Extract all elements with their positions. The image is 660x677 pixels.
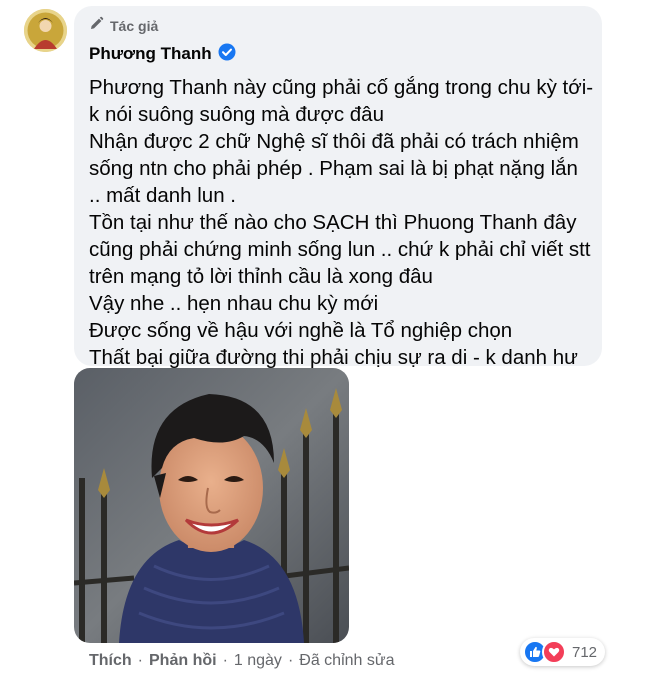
comment-line: .. mất danh lun . <box>89 184 237 207</box>
comment-line: Thất bại giữa đường thi phải chịu sự ra … <box>89 346 578 369</box>
comment-actions: Thích · Phản hồi · 1 ngày · Đã chỉnh sửa <box>89 650 394 672</box>
comment-line: Nhận được 2 chữ Nghệ sĩ thôi đã phải có … <box>89 130 579 153</box>
reactions-summary[interactable]: 712 <box>520 638 606 666</box>
author-name[interactable]: Phương Thanh <box>89 44 212 64</box>
comment-photo[interactable] <box>74 368 349 643</box>
like-link[interactable]: Thích <box>89 652 132 670</box>
separator: · <box>137 652 143 669</box>
verified-badge-icon <box>218 43 236 66</box>
edited-label[interactable]: Đã chỉnh sửa <box>299 652 394 670</box>
portrait-image <box>74 368 349 643</box>
comment-bubble: Tác giả Phương Thanh Phương Thanh này cũ… <box>74 6 602 396</box>
reply-link[interactable]: Phản hồi <box>149 652 217 670</box>
comment-text: Phương Thanh này cũng phải cố gắng trong… <box>89 74 602 398</box>
badge-label: Tác giả <box>110 18 159 34</box>
avatar-image <box>24 9 67 52</box>
comment-line: trên mạng tỏ lời thỉnh cầu là xong đâu <box>89 265 433 288</box>
separator: · <box>222 652 228 669</box>
comment-line: Phương Thanh này cũng phải cố gắng trong… <box>89 76 594 99</box>
pen-icon <box>89 16 104 36</box>
reaction-count: 712 <box>572 643 598 661</box>
author-badge: Tác giả <box>89 16 602 36</box>
separator: · <box>287 652 294 669</box>
comment-line: Tồn tại như thế nào cho SẠCH thì Phuong … <box>89 211 577 234</box>
comment-line: sống ntn cho phải phép . Phạm sai là bị … <box>89 157 578 180</box>
timestamp[interactable]: 1 ngày <box>234 652 282 670</box>
comment-line: Được sống về hậu với nghề là Tổ nghiệp c… <box>89 319 513 342</box>
comment-line: cũng phải chứng minh sống lun .. chứ k p… <box>89 238 591 261</box>
comment-line: Vậy nhe .. hẹn nhau chu kỳ mới <box>89 292 379 315</box>
love-icon <box>542 640 566 664</box>
comment-line: k nói suông suông mà được đâu <box>89 103 384 126</box>
avatar[interactable] <box>24 9 67 52</box>
